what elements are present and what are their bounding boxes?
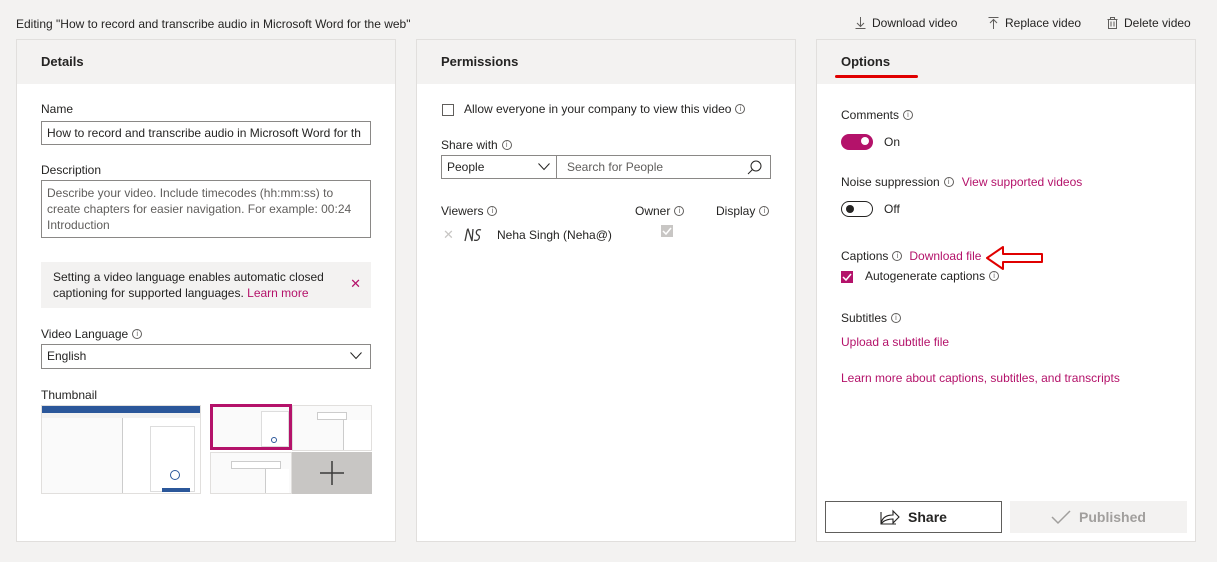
owner-column-header: Owner i (635, 204, 685, 218)
info-icon[interactable]: i (735, 104, 746, 114)
thumbnail-option-3[interactable] (292, 405, 372, 451)
info-icon[interactable]: i (892, 251, 903, 261)
view-supported-videos-link[interactable]: View supported videos (962, 175, 1083, 189)
owner-checkbox (661, 225, 673, 237)
checkmark-icon (662, 227, 672, 236)
info-icon[interactable]: i (989, 271, 1000, 281)
noise-suppression-state: Off (884, 202, 900, 216)
comments-label: Comments (841, 108, 900, 122)
share-type-select[interactable]: People (441, 155, 557, 179)
video-language-label: Video Language (41, 327, 129, 341)
add-thumbnail-button[interactable] (292, 452, 372, 494)
share-with-label-row: Share with i (441, 138, 512, 152)
top-bar: Editing "How to record and transcribe au… (0, 0, 1217, 38)
thumbnail-option-2-selected[interactable] (210, 404, 292, 450)
share-icon (880, 509, 900, 525)
noise-suppression-toggle[interactable] (841, 201, 873, 217)
captions-label-row: Captions i Download file (841, 249, 981, 263)
display-column-header: Display i (716, 204, 770, 218)
annotation-underline (835, 75, 918, 78)
viewers-header-label: Viewers (441, 204, 484, 218)
subtitles-label-row: Subtitles i (841, 311, 902, 325)
avatar (464, 228, 482, 242)
notice-learn-more-link[interactable]: Learn more (247, 286, 308, 300)
owner-header-label: Owner (635, 204, 671, 218)
comments-label-row: Comments i (841, 108, 914, 122)
options-panel: Options Comments i On Noise suppression … (816, 39, 1196, 542)
download-video-label: Download video (872, 16, 958, 30)
search-people-placeholder: Search for People (567, 160, 664, 174)
info-icon[interactable]: i (891, 313, 902, 323)
permissions-panel: Permissions Allow everyone in your compa… (416, 39, 796, 542)
upload-subtitle-link[interactable]: Upload a subtitle file (841, 335, 949, 349)
download-video-button[interactable]: Download video (855, 16, 957, 30)
plus-icon (320, 461, 344, 485)
subtitles-label: Subtitles (841, 311, 888, 325)
info-icon[interactable]: i (759, 206, 770, 216)
allow-everyone-checkbox[interactable] (442, 104, 454, 116)
video-language-value: English (47, 349, 87, 363)
download-icon (855, 17, 866, 29)
checkmark-icon (842, 273, 852, 282)
published-button: Published (1010, 501, 1187, 533)
viewer-name: Neha Singh (Neha@) (497, 228, 612, 242)
share-button-label: Share (908, 509, 947, 525)
language-notice: Setting a video language enables automat… (41, 262, 371, 308)
info-icon[interactable]: i (487, 206, 498, 216)
delete-video-label: Delete video (1124, 16, 1191, 30)
info-icon[interactable]: i (943, 177, 954, 187)
delete-video-button[interactable]: Delete video (1107, 16, 1191, 30)
info-icon[interactable]: i (132, 329, 143, 339)
description-label: Description (41, 163, 102, 177)
info-icon[interactable]: i (903, 110, 914, 120)
upload-icon (988, 17, 999, 29)
details-panel: Details Name How to record and transcrib… (16, 39, 396, 542)
captions-label: Captions (841, 249, 889, 263)
video-language-select[interactable]: English (41, 344, 371, 369)
chevron-down-icon (350, 352, 362, 360)
info-icon[interactable]: i (674, 206, 685, 216)
comments-state: On (884, 135, 901, 149)
search-people-input[interactable]: Search for People (556, 155, 771, 179)
remove-viewer-icon[interactable]: ✕ (443, 227, 454, 243)
name-input[interactable]: How to record and transcribe audio in Mi… (41, 121, 371, 145)
share-with-label: Share with (441, 138, 498, 152)
display-header-label: Display (716, 204, 756, 218)
autogenerate-captions-label-row: Autogenerate captions i (865, 269, 1000, 283)
share-button[interactable]: Share (825, 501, 1002, 533)
allow-everyone-label: Allow everyone in your company to view t… (464, 102, 732, 116)
info-icon[interactable]: i (501, 140, 512, 150)
replace-video-button[interactable]: Replace video (988, 16, 1081, 30)
share-type-value: People (447, 160, 485, 174)
details-heading: Details (17, 40, 395, 84)
comments-toggle[interactable] (841, 134, 873, 150)
noise-suppression-label-row: Noise suppression i View supported video… (841, 175, 1082, 189)
noise-suppression-label: Noise suppression (841, 175, 940, 189)
autogenerate-captions-label: Autogenerate captions (865, 269, 986, 283)
trash-icon (1107, 17, 1118, 29)
autogenerate-captions-checkbox[interactable] (841, 271, 853, 283)
editing-title: Editing "How to record and transcribe au… (16, 17, 411, 31)
thumbnail-option-4[interactable] (210, 452, 292, 494)
thumbnail-label: Thumbnail (41, 388, 98, 402)
download-captions-link[interactable]: Download file (909, 249, 981, 263)
permissions-heading: Permissions (417, 40, 795, 84)
video-language-label-row: Video Language i (41, 327, 143, 341)
checkmark-icon (1051, 510, 1071, 525)
viewers-column-header: Viewers i (441, 204, 498, 218)
chevron-down-icon (538, 163, 550, 171)
close-icon[interactable]: ✕ (350, 276, 361, 292)
annotation-arrow-icon (986, 246, 1043, 270)
name-label: Name (41, 102, 74, 116)
allow-everyone-label-row: Allow everyone in your company to view t… (464, 102, 746, 116)
learn-more-captions-link[interactable]: Learn more about captions, subtitles, an… (841, 371, 1120, 385)
published-button-label: Published (1079, 509, 1146, 525)
description-input[interactable]: Describe your video. Include timecodes (… (41, 180, 371, 238)
thumbnail-option-1[interactable] (41, 405, 201, 494)
search-icon (747, 160, 762, 175)
replace-video-label: Replace video (1005, 16, 1082, 30)
